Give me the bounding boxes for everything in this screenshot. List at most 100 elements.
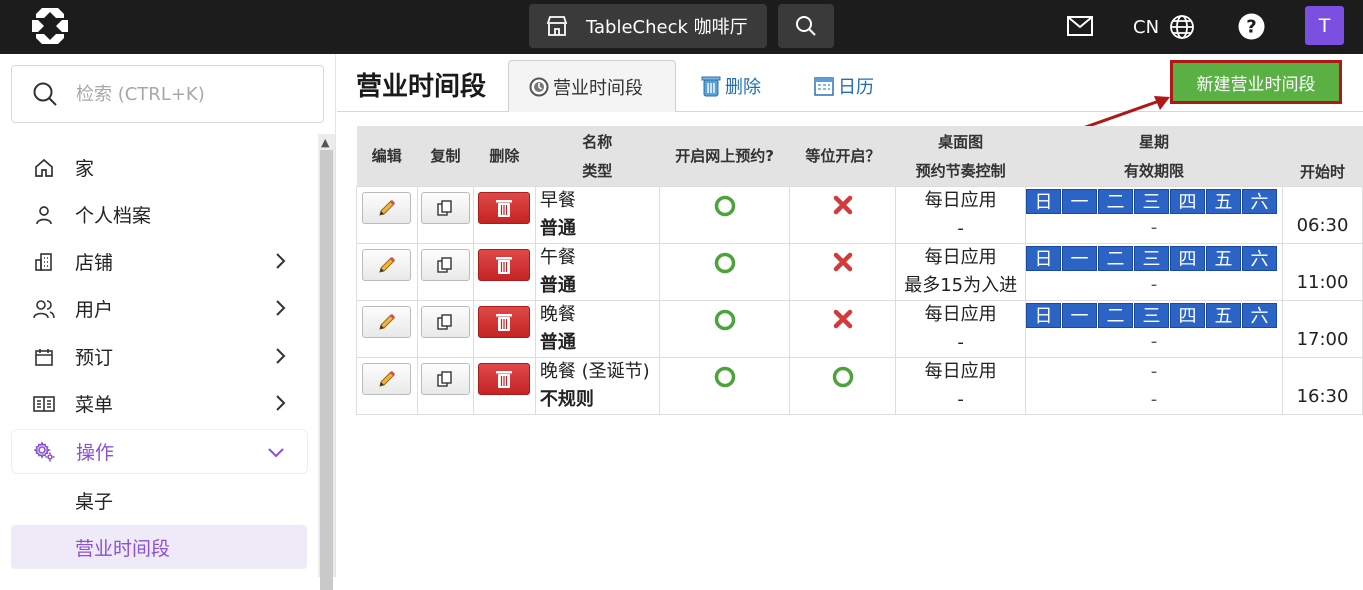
sidebar-scrollbar[interactable]: ▲: [318, 134, 335, 590]
period-type: 普通: [539, 217, 576, 239]
weekday-cell: 日一二三四五六 -: [1025, 242, 1284, 301]
copy-button[interactable]: [420, 248, 470, 281]
weekday-chip: 五: [1206, 245, 1242, 271]
header-start-time-label: 开始时: [1300, 163, 1346, 182]
tab-calendar[interactable]: 日历: [814, 60, 874, 112]
table-row: 午餐 普通 每日应用 最多15为入进 日一二三四五六 - 11:00: [356, 242, 1363, 301]
top-bar: TableCheck 咖啡厅 CN ? T: [0, 0, 1363, 54]
cross-icon: [833, 252, 853, 277]
delete-cell: [472, 356, 536, 415]
edit-button[interactable]: [362, 362, 412, 395]
period-type: 普通: [539, 331, 576, 353]
tablecheck-logo[interactable]: [30, 6, 70, 46]
table-row: 晚餐 (圣诞节) 不规则 每日应用 - - - 16:30: [356, 356, 1363, 415]
online-cell: [658, 299, 791, 358]
copy-icon: [437, 256, 453, 273]
weekday-chips: 日一二三四五六: [1026, 245, 1282, 271]
period-name: 晚餐: [539, 303, 576, 325]
period-name: 早餐: [539, 189, 576, 211]
mail-icon[interactable]: [1066, 14, 1094, 38]
scrollbar-thumb[interactable]: [320, 150, 333, 590]
user-avatar[interactable]: T: [1305, 6, 1344, 45]
sidebar-item-profile[interactable]: 个人档案: [11, 192, 308, 237]
sidebar-item-label: 预订: [75, 347, 114, 369]
delete-button[interactable]: [478, 305, 531, 338]
edit-button[interactable]: [362, 248, 412, 281]
weekday-cell: 日一二三四五六 -: [1025, 299, 1284, 358]
start-time-cell: 11:00: [1282, 242, 1363, 301]
help-icon[interactable]: ?: [1238, 13, 1265, 40]
period-name: 午餐: [539, 246, 576, 268]
validity-value: -: [1150, 388, 1158, 410]
name-cell: 午餐 普通: [534, 242, 660, 301]
chevron-right-icon: [276, 300, 286, 316]
trash-icon: [496, 370, 513, 388]
sidebar-subitem-tables[interactable]: 桌子: [11, 478, 307, 522]
sidebar-search-input[interactable]: [76, 83, 296, 105]
store-icon: [546, 16, 568, 36]
start-time-value: 06:30: [1296, 214, 1349, 236]
copy-button[interactable]: [420, 362, 470, 395]
header-delete: 删除: [473, 126, 536, 186]
sidebar-item-home[interactable]: 家: [11, 145, 308, 190]
online-cell: [658, 242, 791, 301]
copy-button[interactable]: [420, 191, 470, 224]
header-weekday: 星期: [1025, 126, 1284, 156]
table-map-value: 每日应用: [924, 303, 997, 325]
edit-button[interactable]: [362, 305, 412, 338]
delete-cell: [472, 299, 536, 358]
delete-button[interactable]: [478, 248, 531, 281]
calendar-icon: [814, 77, 834, 96]
tab-delete[interactable]: 删除: [701, 60, 761, 112]
chevron-down-icon: [268, 448, 284, 458]
gears-icon: [34, 440, 56, 463]
start-time-cell: 16:30: [1282, 356, 1363, 415]
search-icon: [796, 16, 816, 36]
delete-button[interactable]: [478, 191, 531, 224]
sidebar-item-stores[interactable]: 店铺: [11, 239, 308, 284]
calendar-icon: [33, 346, 55, 368]
global-search-button[interactable]: [778, 4, 834, 48]
pencil-icon: [379, 313, 396, 330]
sidebar-subitem-service-periods[interactable]: 营业时间段: [11, 525, 307, 569]
copy-icon: [437, 199, 453, 216]
start-time-cell: 17:00: [1282, 299, 1363, 358]
map-cell: 每日应用 -: [895, 185, 1027, 244]
map-cell: 每日应用 -: [895, 356, 1027, 415]
scroll-up-icon[interactable]: ▲: [321, 136, 329, 149]
sidebar: ▲ 家 个人档案 店铺 用户 预订: [0, 54, 336, 590]
chevron-right-icon: [276, 253, 286, 269]
weekday-cell: 日一二三四五六 -: [1025, 185, 1284, 244]
language-selector[interactable]: CN: [1133, 14, 1195, 40]
sidebar-item-reservations[interactable]: 预订: [11, 334, 308, 379]
edit-cell: [356, 299, 418, 358]
weekday-chip: 六: [1242, 188, 1278, 214]
sidebar-item-users[interactable]: 用户: [11, 286, 308, 331]
sidebar-item-operations[interactable]: 操作: [11, 429, 308, 474]
weekday-chip: 四: [1170, 302, 1206, 328]
waitlist-cell: [789, 356, 897, 415]
new-service-period-button[interactable]: 新建营业时间段: [1170, 60, 1342, 104]
search-icon: [33, 82, 57, 106]
weekday-chip: 日: [1026, 188, 1062, 214]
sidebar-item-label: 菜单: [75, 394, 114, 416]
validity-value: -: [1150, 273, 1158, 295]
pacing-value: -: [957, 331, 964, 353]
weekday-chip: 六: [1242, 245, 1278, 271]
chevron-right-icon: [276, 348, 286, 364]
delete-cell: [472, 242, 536, 301]
start-time-cell: 06:30: [1282, 185, 1363, 244]
venue-selector[interactable]: TableCheck 咖啡厅: [529, 4, 767, 48]
weekday-chip: 日: [1026, 245, 1062, 271]
name-cell: 晚餐 普通: [534, 299, 660, 358]
sidebar-item-label: 用户: [75, 299, 114, 321]
sidebar-item-menu[interactable]: 菜单: [11, 381, 308, 426]
sidebar-search[interactable]: [11, 65, 324, 123]
copy-button[interactable]: [420, 305, 470, 338]
tab-service-periods[interactable]: 营业时间段: [508, 60, 676, 112]
header-start-time: 开始时: [1282, 126, 1363, 186]
validity-value: -: [1150, 330, 1158, 352]
delete-button[interactable]: [478, 362, 531, 395]
table-row: 晚餐 普通 每日应用 - 日一二三四五六 - 17:00: [356, 299, 1363, 358]
edit-button[interactable]: [362, 191, 412, 224]
